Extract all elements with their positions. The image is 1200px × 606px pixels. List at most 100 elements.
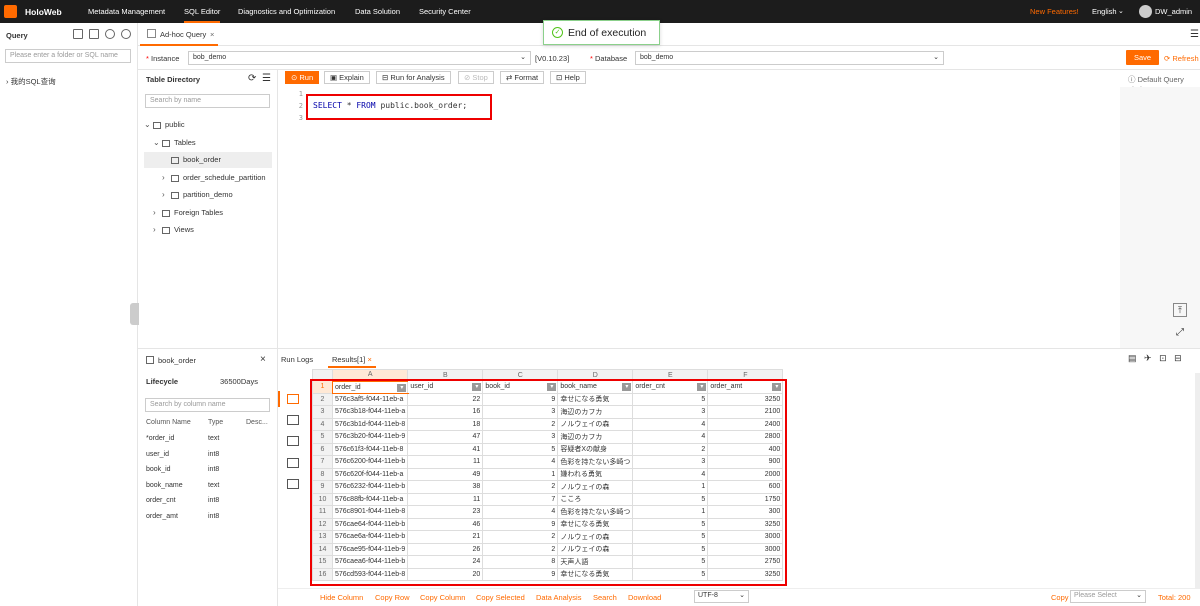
query-title: Query <box>6 31 28 40</box>
expand-icon[interactable]: ⤢ <box>1173 327 1187 341</box>
tab-label: Ad-hoc Query <box>160 30 207 39</box>
nav-metadata-management[interactable]: Metadata Management <box>88 7 165 16</box>
code-area[interactable]: SELECT * FROM public.book_order; <box>313 87 1120 348</box>
pin-icon[interactable]: ✈ <box>1144 353 1152 363</box>
views-label: Views <box>174 225 194 234</box>
table-label: partition_demo <box>183 190 233 199</box>
copy-selected-link[interactable]: Copy Selected <box>476 593 525 602</box>
line-gutter: 1 2 3 <box>278 87 313 348</box>
scatter-chart-icon[interactable] <box>287 479 299 489</box>
avatar[interactable] <box>1139 5 1152 18</box>
search-link[interactable]: Search <box>593 593 617 602</box>
result-actions: ▤ ✈ ⊡ ⊟ <box>1128 353 1182 364</box>
copy-column-link[interactable]: Copy Column <box>420 593 465 602</box>
tree-table-partition-demo[interactable]: › partition_demo <box>162 187 233 203</box>
minimize-icon[interactable]: ⊟ <box>1174 353 1182 363</box>
nav-sql-editor[interactable]: SQL Editor <box>184 7 221 23</box>
hide-column-link[interactable]: Hide Column <box>320 593 363 602</box>
column-name-header: Column Name <box>146 419 191 426</box>
maximize-icon[interactable]: ⊡ <box>1159 353 1167 363</box>
nav-security-center[interactable]: Security Center <box>419 7 471 16</box>
grid-view-icon[interactable] <box>287 394 299 404</box>
tab-results[interactable]: Results[1] × <box>328 349 376 368</box>
data-analysis-link[interactable]: Data Analysis <box>536 593 581 602</box>
table-label: book_order <box>183 155 221 164</box>
close-icon[interactable]: × <box>210 30 214 39</box>
chevron-right-icon: › <box>162 190 165 199</box>
tab-run-logs[interactable]: Run Logs <box>281 355 313 364</box>
copy-label: Copy <box>1051 593 1069 602</box>
help-button[interactable]: ⊡ Help <box>550 71 586 84</box>
encoding-select[interactable]: UTF-8 ⌄ <box>694 590 749 603</box>
column-type: int8 <box>208 513 220 520</box>
tree-table-book-order[interactable]: book_order <box>144 152 272 168</box>
close-icon[interactable]: × <box>260 354 266 365</box>
explain-button[interactable]: ▣ Explain <box>324 71 370 84</box>
download-link[interactable]: Download <box>628 593 661 602</box>
database-label: * Database <box>590 54 628 63</box>
stop-button[interactable]: ⊘ Stop <box>458 71 494 84</box>
language-selector[interactable]: English <box>1092 7 1117 16</box>
close-icon[interactable]: × <box>367 355 371 364</box>
bar-chart-icon[interactable] <box>287 415 299 425</box>
run-for-analysis-button[interactable]: ⊟ Run for Analysis <box>376 71 451 84</box>
table-search-input[interactable]: Search by name <box>145 94 270 108</box>
new-features-link[interactable]: New Features! <box>1030 7 1079 16</box>
holoweb-logo-icon <box>4 5 17 18</box>
line-chart-icon[interactable] <box>287 458 299 468</box>
sql-editor[interactable]: 1 2 3 SELECT * FROM public.book_order; <box>278 87 1200 348</box>
table-icon <box>171 174 179 182</box>
column-search-input[interactable]: Search by column name <box>145 398 270 412</box>
instance-select[interactable]: bob_demo ⌄ <box>188 51 531 65</box>
list-icon[interactable]: ☰ <box>262 73 271 84</box>
nav-data-solution[interactable]: Data Solution <box>355 7 400 16</box>
refresh-button[interactable]: ⟳ Refresh <box>1164 54 1199 63</box>
my-sql-queries-item[interactable]: › 我的SQL查询 <box>6 76 56 87</box>
database-value: bob_demo <box>640 54 674 61</box>
tree-foreign-tables[interactable]: › Foreign Tables <box>153 205 223 221</box>
toast-message: End of execution <box>568 27 647 39</box>
tree-table-order-schedule-partition[interactable]: › order_schedule_partition <box>162 170 266 186</box>
folder-icon[interactable] <box>73 29 83 39</box>
refresh-icon[interactable] <box>105 29 115 39</box>
tree-views[interactable]: › Views <box>153 222 194 238</box>
folder-search-input[interactable]: Please enter a folder or SQL name <box>5 49 131 63</box>
save-result-icon[interactable]: ▤ <box>1128 353 1137 363</box>
menu-icon[interactable]: ☰ <box>1190 29 1199 40</box>
table-label: order_schedule_partition <box>183 173 266 182</box>
results-tab-label: Results[1] <box>332 355 366 364</box>
column-name: book_id <box>146 466 171 473</box>
copy-format-select[interactable]: Please Select ⌄ <box>1070 590 1146 603</box>
chevron-right-icon: › <box>153 208 156 217</box>
encoding-value: UTF-8 <box>698 592 718 599</box>
scroll-top-icon[interactable]: ⤒ <box>1173 303 1187 317</box>
instance-label: * Instance <box>146 54 180 63</box>
table-icon <box>171 156 179 164</box>
copy-row-link[interactable]: Copy Row <box>375 593 410 602</box>
new-sql-icon[interactable] <box>89 29 99 39</box>
chevron-down-icon: ⌄ <box>1136 592 1142 599</box>
refresh-icon[interactable]: ⟳ <box>248 73 256 84</box>
vertical-scrollbar[interactable] <box>1195 373 1200 588</box>
chevron-right-icon: › <box>153 225 156 234</box>
check-circle-icon: ✓ <box>552 27 563 38</box>
sql-highlight-box <box>306 94 492 120</box>
format-button[interactable]: ⇄ Format <box>500 71 545 84</box>
nav-diagnostics[interactable]: Diagnostics and Optimization <box>238 7 335 16</box>
column-name: *order_id <box>146 435 175 442</box>
chevron-right-icon: › <box>162 173 165 182</box>
editor-minimap[interactable] <box>1120 87 1200 348</box>
sql-file-icon <box>147 29 156 38</box>
area-chart-icon[interactable] <box>287 436 299 446</box>
tab-adhoc-query[interactable]: Ad-hoc Query × <box>140 23 218 46</box>
run-button[interactable]: ⊙ Run <box>285 71 320 84</box>
locate-icon[interactable] <box>121 29 131 39</box>
foreign-label: Foreign Tables <box>174 208 224 217</box>
tree-tables[interactable]: ⌄ Tables <box>153 135 196 151</box>
type-header: Type <box>208 419 224 426</box>
editor-toolbar: ⊙ Run ▣ Explain ⊟ Run for Analysis ⊘ Sto… <box>278 70 1200 94</box>
tree-schema-public[interactable]: ⌄ public <box>144 117 185 133</box>
save-button[interactable]: Save <box>1126 50 1159 65</box>
username[interactable]: DW_admin <box>1155 7 1192 16</box>
database-select[interactable]: bob_demo ⌄ <box>635 51 944 65</box>
